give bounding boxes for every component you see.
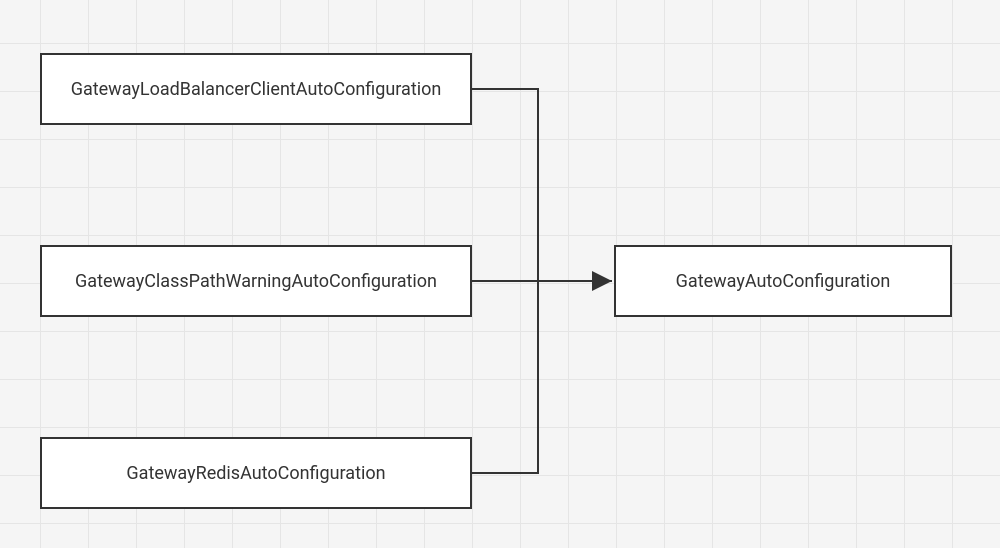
node-redis: GatewayRedisAutoConfiguration: [40, 437, 472, 509]
node-classpath-warning: GatewayClassPathWarningAutoConfiguration: [40, 245, 472, 317]
node-label: GatewayAutoConfiguration: [676, 271, 891, 292]
node-auto-config: GatewayAutoConfiguration: [614, 245, 952, 317]
node-load-balancer: GatewayLoadBalancerClientAutoConfigurati…: [40, 53, 472, 125]
node-label: GatewayRedisAutoConfiguration: [126, 463, 385, 484]
node-label: GatewayClassPathWarningAutoConfiguration: [75, 271, 437, 292]
node-label: GatewayLoadBalancerClientAutoConfigurati…: [71, 79, 442, 100]
